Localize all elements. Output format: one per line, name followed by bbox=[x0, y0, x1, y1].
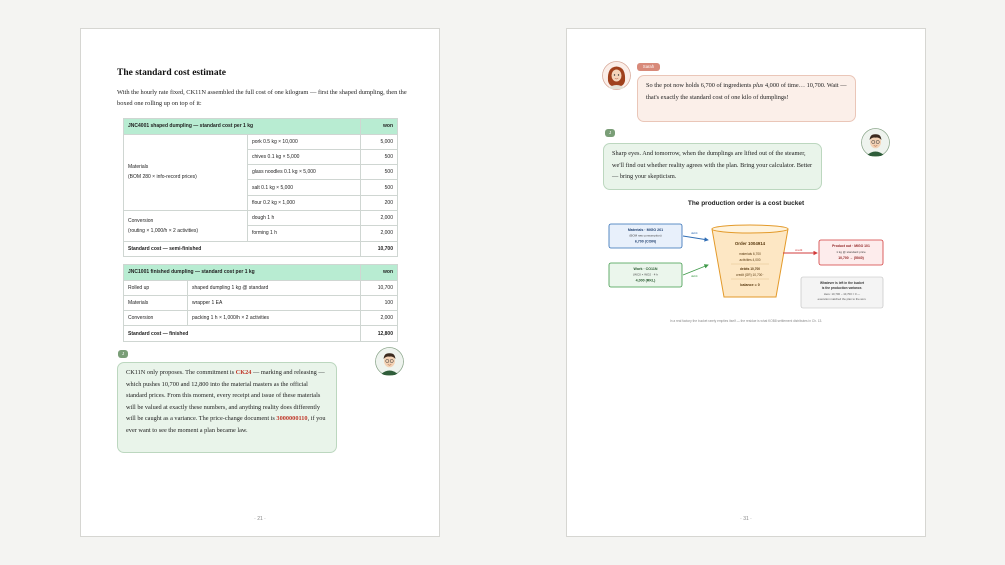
page-left: The standard cost estimate With the hour… bbox=[80, 28, 440, 537]
total-value: 12,800 bbox=[360, 325, 398, 342]
cell-item: dough 1 h bbox=[247, 209, 361, 227]
intro-paragraph: With the hourly rate fixed, CK11N assemb… bbox=[117, 89, 407, 107]
cell-item: glass noodles 0.1 kg × 5,000 bbox=[247, 164, 361, 181]
speaker-tag-sarah: Sarah bbox=[637, 63, 660, 71]
speech-bubble-j: Sharp eyes. And tomorrow, when the dumpl… bbox=[603, 143, 822, 190]
product-box-value: 10,700 → (5040) bbox=[838, 256, 863, 260]
cell-item: forming 1 h bbox=[247, 225, 361, 242]
cell-value: 5,000 bbox=[360, 133, 398, 150]
note-line: is the production variance. bbox=[822, 286, 863, 290]
cost-table-finished: JNC1001 finished dumpling — standard cos… bbox=[123, 264, 398, 342]
table-row: Rolled up shaped dumpling 1 kg @ standar… bbox=[123, 279, 398, 296]
cell-item: salt 0.1 kg × 5,000 bbox=[247, 179, 361, 196]
won-header: won bbox=[360, 264, 398, 281]
avatar-j-icon bbox=[861, 128, 890, 157]
note-line: execution matched the plan to the won. bbox=[818, 297, 867, 301]
won-header: won bbox=[360, 118, 398, 135]
cell-category: Conversion bbox=[123, 310, 188, 327]
product-box: Product out · MIGO 101 1 kg @ standard p… bbox=[818, 239, 884, 266]
cost-bucket-diagram: Materials · MIGO 261 (BOM raw consumptio… bbox=[608, 223, 884, 309]
variance-note-box: Whatever is left in the bucket is the pr… bbox=[800, 276, 884, 309]
cell-item: packing 1 h × 1,000/h × 2 activities bbox=[187, 310, 361, 327]
materials-box-value: 6,700 (COIN) bbox=[635, 240, 657, 244]
materials-box-sub: (BOM raw consumption) bbox=[629, 234, 661, 238]
table-header: JNC1001 finished dumpling — standard cos… bbox=[123, 264, 361, 281]
bucket-line: materials 6,700 bbox=[739, 252, 761, 256]
product-box-title: Product out · MIGO 101 bbox=[832, 244, 870, 248]
cell-value: 500 bbox=[360, 148, 398, 166]
page-number: · 21 · bbox=[254, 516, 266, 522]
credit-label: credit bbox=[795, 248, 803, 252]
cell-item: chives 0.1 kg × 5,000 bbox=[247, 148, 361, 166]
cell-value: 500 bbox=[360, 164, 398, 181]
cell-value: 100 bbox=[360, 294, 398, 312]
materials-box-title: Materials · MIGO 261 bbox=[628, 228, 663, 232]
cell-value: 10,700 bbox=[360, 279, 398, 296]
cell-category: Rolled up bbox=[123, 279, 188, 296]
bucket-line: balance = 0 bbox=[740, 283, 759, 287]
cell-item: shaped dumpling 1 kg @ standard bbox=[187, 279, 361, 296]
page-number: · 31 · bbox=[740, 516, 752, 522]
cell-item: flour 0.2 kg × 1,000 bbox=[247, 194, 361, 211]
avatar-sarah-icon bbox=[602, 61, 631, 90]
product-box-sub: 1 kg @ standard price bbox=[836, 250, 866, 254]
speech-bubble-j: CK11N only proposes. The commitment is C… bbox=[117, 362, 337, 453]
table-row: Conversion packing 1 h × 1,000/h × 2 act… bbox=[123, 310, 398, 327]
page-right: Sarah So the pot now holds 6,700 of ingr… bbox=[566, 28, 926, 537]
cell-value: 2,000 bbox=[360, 209, 398, 227]
bucket-title: Order 1004914 bbox=[735, 241, 766, 246]
table-header: JNC4001 shaped dumpling — standard cost … bbox=[123, 118, 361, 135]
cell-item: pork 0.5 kg × 10,000 bbox=[247, 133, 361, 150]
avatar-j-icon bbox=[375, 347, 404, 376]
table-total-row: Standard cost — semi-finished 10,700 bbox=[123, 240, 398, 257]
debit-label: debit bbox=[691, 231, 698, 235]
table-row: Materials wrapper 1 EA 100 bbox=[123, 294, 398, 312]
debit-label: debit bbox=[691, 274, 698, 278]
page-title: The standard cost estimate bbox=[117, 68, 226, 78]
cell-item: wrapper 1 EA bbox=[187, 294, 361, 312]
work-box-sub: (WC0 × WO2 · 4 h bbox=[633, 273, 658, 277]
cost-bucket: Order 1004914 materials 6,700 activities… bbox=[711, 224, 789, 298]
diagram-title: The production order is a cost bucket bbox=[687, 200, 805, 207]
bucket-line: debits 10,700 bbox=[740, 267, 760, 271]
table-row: Materials (BOM 280 × info-record prices)… bbox=[123, 133, 398, 211]
debit-arrow-materials bbox=[682, 235, 709, 242]
bucket-line: credit (GR) 10,700⁻ bbox=[736, 273, 764, 277]
note-line: Here: 10,700 − 10,700 = 0 — bbox=[824, 292, 860, 296]
work-box-title: Work · CO11N bbox=[634, 267, 658, 271]
note-line: Whatever is left in the bucket bbox=[820, 281, 865, 285]
document-number: 3000000110 bbox=[276, 415, 308, 423]
total-label: Standard cost — finished bbox=[123, 325, 361, 342]
materials-label: Materials (BOM 280 × info-record prices) bbox=[123, 133, 248, 211]
transaction-code: CK24 bbox=[235, 369, 252, 376]
table-row: Conversion (routing × 1,000/h × 2 activi… bbox=[123, 209, 398, 242]
conversion-label: Conversion (routing × 1,000/h × 2 activi… bbox=[123, 209, 248, 242]
total-label: Standard cost — semi-finished bbox=[123, 240, 361, 257]
work-box-value: 4,000 (RKL) bbox=[636, 279, 657, 283]
speaker-tag-j: J bbox=[605, 129, 615, 137]
work-box: Work · CO11N (WC0 × WO2 · 4 h 4,000 (RKL… bbox=[608, 262, 683, 288]
total-value: 10,700 bbox=[360, 240, 398, 257]
table-total-row: Standard cost — finished 12,800 bbox=[123, 325, 398, 342]
speaker-tag-j: J bbox=[118, 350, 128, 358]
speech-bubble-sarah: So the pot now holds 6,700 of ingredient… bbox=[637, 75, 856, 122]
cell-value: 2,000 bbox=[360, 310, 398, 327]
cell-value: 500 bbox=[360, 179, 398, 196]
materials-box: Materials · MIGO 261 (BOM raw consumptio… bbox=[608, 223, 683, 249]
cell-value: 2,000 bbox=[360, 225, 398, 242]
cost-table-semi-finished: JNC4001 shaped dumpling — standard cost … bbox=[123, 118, 398, 257]
cell-value: 200 bbox=[360, 194, 398, 211]
bucket-line: activities 4,000 bbox=[739, 258, 760, 262]
diagram-caption: In a real factory the bucket rarely empt… bbox=[669, 319, 823, 323]
cell-category: Materials bbox=[123, 294, 188, 312]
